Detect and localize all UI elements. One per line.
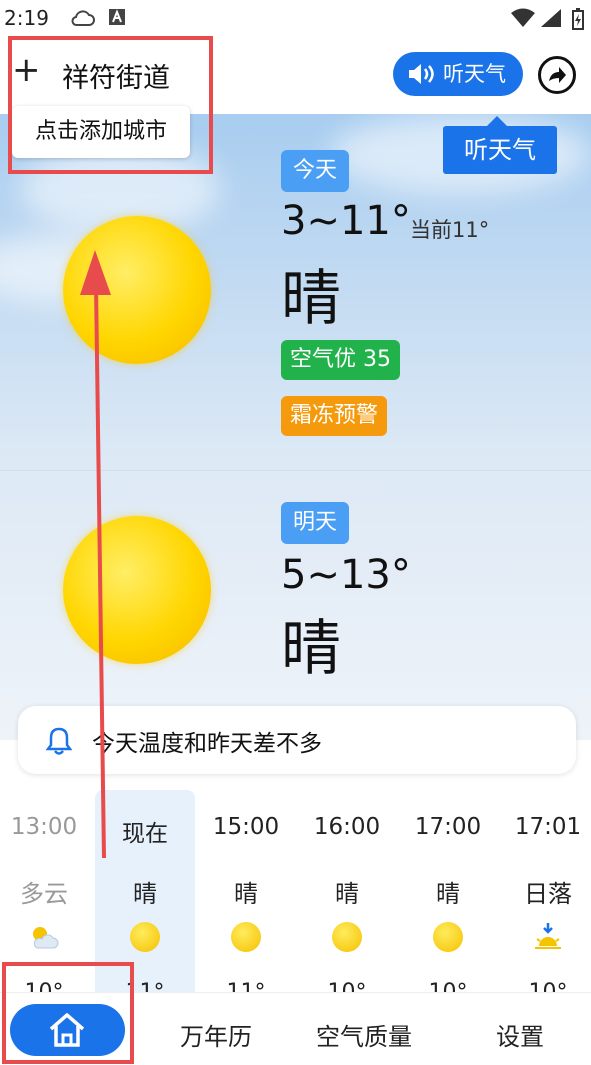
nav-air-quality[interactable]: 空气质量 xyxy=(316,1017,412,1052)
hourly-time: 17:01 xyxy=(514,814,582,840)
sun-icon xyxy=(231,922,261,952)
hourly-item-now[interactable]: 现在 晴 11° xyxy=(95,790,195,1005)
cloud-status-icon xyxy=(71,10,95,26)
sunset-icon xyxy=(535,923,561,949)
home-icon xyxy=(49,1013,85,1047)
wifi-icon xyxy=(511,8,535,27)
hourly-time: 15:00 xyxy=(212,814,280,840)
keyboard-status-icon xyxy=(109,9,125,25)
hourly-condition: 晴 xyxy=(234,880,258,908)
hourly-item[interactable]: 13:00 多云 10° xyxy=(0,790,94,1005)
listen-weather-label: 听天气 xyxy=(443,62,506,86)
hourly-time: 13:00 xyxy=(10,814,78,840)
bottom-nav: 万年历 空气质量 设置 xyxy=(0,992,591,1065)
hourly-condition: 晴 xyxy=(335,880,359,908)
status-time: 2:19 xyxy=(4,6,49,30)
weather-hero: 今天 3~11° 当前11° 晴 空气优 35 霜冻预警 明天 5~13° 晴 xyxy=(0,114,591,740)
city-name[interactable]: 祥符街道 xyxy=(62,56,170,95)
speaker-icon xyxy=(409,64,434,84)
sun-icon xyxy=(332,922,362,952)
app-header: + 祥符街道 听天气 xyxy=(0,36,591,114)
status-bar: 2:19 xyxy=(0,0,591,36)
listen-tooltip[interactable]: 听天气 xyxy=(443,116,557,174)
signal-icon xyxy=(541,9,561,27)
temperature-notice[interactable]: 今天温度和昨天差不多 xyxy=(18,706,576,774)
today-current-temp: 当前11° xyxy=(410,218,490,242)
hourly-condition: 晴 xyxy=(133,880,157,908)
share-button[interactable] xyxy=(538,56,576,94)
cloudy-icon xyxy=(33,927,59,949)
hourly-item[interactable]: 15:00 晴 11° xyxy=(196,790,296,1005)
hourly-item[interactable]: 17:00 晴 10° xyxy=(398,790,498,1005)
share-icon xyxy=(549,67,566,83)
today-badge: 今天 xyxy=(281,150,350,192)
today-temp-range: 3~11° xyxy=(281,198,411,244)
hourly-item[interactable]: 16:00 晴 10° xyxy=(297,790,397,1005)
today-condition: 晴 xyxy=(281,264,341,334)
nav-settings[interactable]: 设置 xyxy=(496,1017,544,1052)
today-sun-icon xyxy=(63,216,211,364)
hourly-item[interactable]: 17:01 日落 10° xyxy=(498,790,591,1005)
notice-text: 今天温度和昨天差不多 xyxy=(92,731,322,757)
tomorrow-badge: 明天 xyxy=(281,502,350,544)
hourly-time: 17:00 xyxy=(414,814,482,840)
hourly-condition: 多云 xyxy=(20,880,68,908)
hourly-time: 16:00 xyxy=(313,814,381,840)
tomorrow-temp-range: 5~13° xyxy=(281,552,411,598)
add-city-button[interactable]: + xyxy=(12,53,44,88)
bell-icon xyxy=(46,727,72,755)
frost-warning-badge[interactable]: 霜冻预警 xyxy=(281,396,388,436)
hourly-time: 现在 xyxy=(122,821,168,847)
divider xyxy=(0,470,591,471)
sun-icon xyxy=(433,922,463,952)
tomorrow-sun-icon xyxy=(63,516,211,664)
listen-weather-button[interactable]: 听天气 xyxy=(393,52,523,96)
hourly-condition: 晴 xyxy=(436,880,460,908)
add-city-tooltip[interactable]: 点击添加城市 xyxy=(12,106,190,158)
battery-icon xyxy=(572,8,584,30)
hourly-condition: 日落 xyxy=(524,880,572,908)
nav-calendar[interactable]: 万年历 xyxy=(180,1017,252,1052)
hourly-forecast[interactable]: 13:00 多云 10° 现在 晴 11° 15:00 晴 11° 16:00 … xyxy=(0,790,591,1005)
nav-home-button[interactable] xyxy=(10,1004,125,1056)
sun-icon xyxy=(130,922,160,952)
air-quality-badge[interactable]: 空气优 35 xyxy=(281,340,400,380)
tomorrow-condition: 晴 xyxy=(281,614,341,684)
